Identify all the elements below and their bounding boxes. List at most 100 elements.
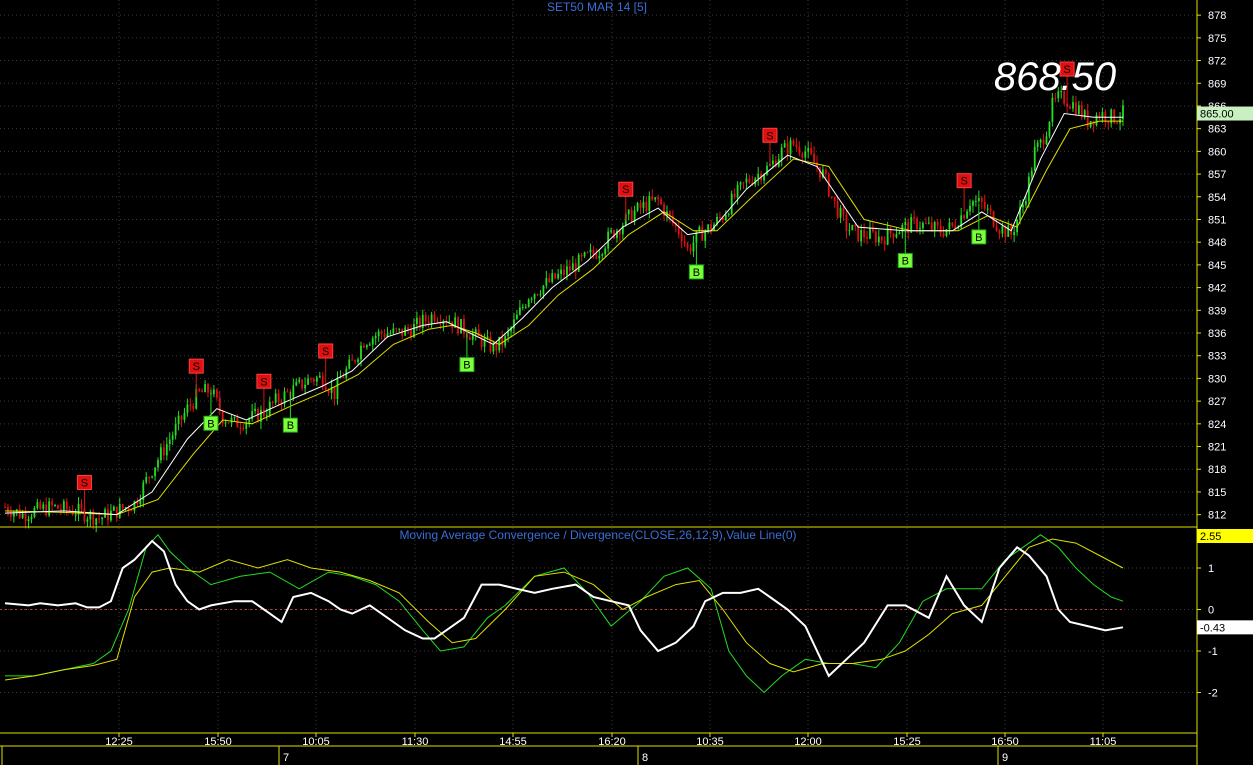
candle-body <box>65 501 68 510</box>
candle-body <box>580 254 583 257</box>
candle-body <box>724 215 727 221</box>
candle-body <box>460 319 462 334</box>
candle-body <box>1072 102 1074 109</box>
y-tick-label: 836 <box>1208 328 1226 340</box>
candle-body <box>951 222 954 226</box>
candle-body <box>242 428 245 430</box>
candle-body <box>977 197 980 201</box>
candle-body <box>357 359 359 362</box>
candle-body <box>660 199 663 205</box>
candle-body <box>1066 103 1069 107</box>
candle-body <box>1022 204 1024 208</box>
candle-body <box>892 233 895 238</box>
candle-body <box>430 314 433 324</box>
candle-body <box>913 217 916 219</box>
sell-marker: S <box>762 127 778 143</box>
candle-body <box>24 513 27 522</box>
candle-body <box>998 230 1001 234</box>
candle-body <box>363 345 365 348</box>
candle-body <box>989 208 992 212</box>
candle-body <box>1036 142 1039 147</box>
candle-body <box>145 476 148 483</box>
candle-body <box>727 214 730 216</box>
candle-body <box>654 197 657 200</box>
x-tick-label: 16:50 <box>991 736 1019 748</box>
candle-body <box>121 504 124 509</box>
candle-body <box>368 344 371 346</box>
y-tick-label: 815 <box>1208 487 1226 499</box>
candle-body <box>224 422 227 424</box>
candle-body <box>854 225 857 227</box>
candle-body <box>627 209 630 215</box>
candle-body <box>389 333 392 335</box>
candle-body <box>86 519 89 522</box>
marker-label: B <box>902 256 909 268</box>
y-tick-label: 875 <box>1208 33 1226 45</box>
sell-marker: S <box>618 181 634 197</box>
candle-body <box>745 178 748 183</box>
candle-body <box>804 151 807 158</box>
candle-body <box>974 200 977 202</box>
marker-label: B <box>207 418 214 430</box>
y-tick-label: 860 <box>1208 146 1226 158</box>
y-tick-label: 878 <box>1208 10 1226 22</box>
x-tick-label: 12:00 <box>794 736 822 748</box>
candle-body <box>524 306 527 308</box>
candle-body <box>630 209 633 222</box>
candle-body <box>874 231 877 243</box>
y-tick-label: 833 <box>1208 351 1226 363</box>
candle-body <box>48 501 51 516</box>
candle-body <box>112 506 115 511</box>
y-tick-label: 827 <box>1208 396 1226 408</box>
candle-body <box>374 336 377 339</box>
candle-body <box>277 393 280 402</box>
candle-body <box>518 307 521 315</box>
candle-body <box>201 390 204 393</box>
candle-body <box>107 509 109 521</box>
y-tick-label: 854 <box>1208 192 1226 204</box>
candle-body <box>833 196 836 202</box>
candle-body <box>489 336 492 352</box>
candle-body <box>604 248 607 255</box>
y-tick-label: 845 <box>1208 260 1226 272</box>
y-tick-label: 830 <box>1208 373 1226 385</box>
macd-current-tag: -0.43 <box>1200 622 1225 634</box>
candle-body <box>295 381 298 386</box>
candle-body <box>162 447 165 456</box>
candle-body <box>983 201 986 209</box>
candle-body <box>842 207 845 215</box>
candle-body <box>1030 170 1033 177</box>
candle-body <box>7 507 9 513</box>
candle-body <box>495 343 498 351</box>
candle-body <box>51 501 53 506</box>
candle-body <box>68 509 71 511</box>
candle-body <box>986 208 989 210</box>
candle-body <box>427 321 430 324</box>
candle-body <box>333 386 336 400</box>
candle-body <box>254 408 256 412</box>
candle-body <box>212 389 215 395</box>
candle-body <box>836 201 839 218</box>
candle-body <box>36 502 39 509</box>
candle-body <box>810 147 813 154</box>
candle-body <box>636 203 639 211</box>
candle-body <box>354 360 357 362</box>
marker-label: B <box>693 267 700 279</box>
candle-body <box>877 236 880 243</box>
candle-body <box>845 214 848 232</box>
x-tick-label: 16:20 <box>598 736 626 748</box>
candle-body <box>686 243 689 248</box>
candle-body <box>922 223 924 229</box>
candle-body <box>154 467 156 477</box>
candle-body <box>360 345 362 360</box>
candle-body <box>813 153 815 163</box>
x-tick-label: 14:55 <box>499 736 527 748</box>
candle-body <box>577 254 580 272</box>
candle-body <box>583 252 586 257</box>
sell-marker: S <box>188 358 204 374</box>
candle-body <box>586 252 589 254</box>
candle-body <box>966 211 968 219</box>
candle-body <box>1007 225 1010 237</box>
candle-body <box>463 319 465 334</box>
candle-body <box>551 273 554 282</box>
